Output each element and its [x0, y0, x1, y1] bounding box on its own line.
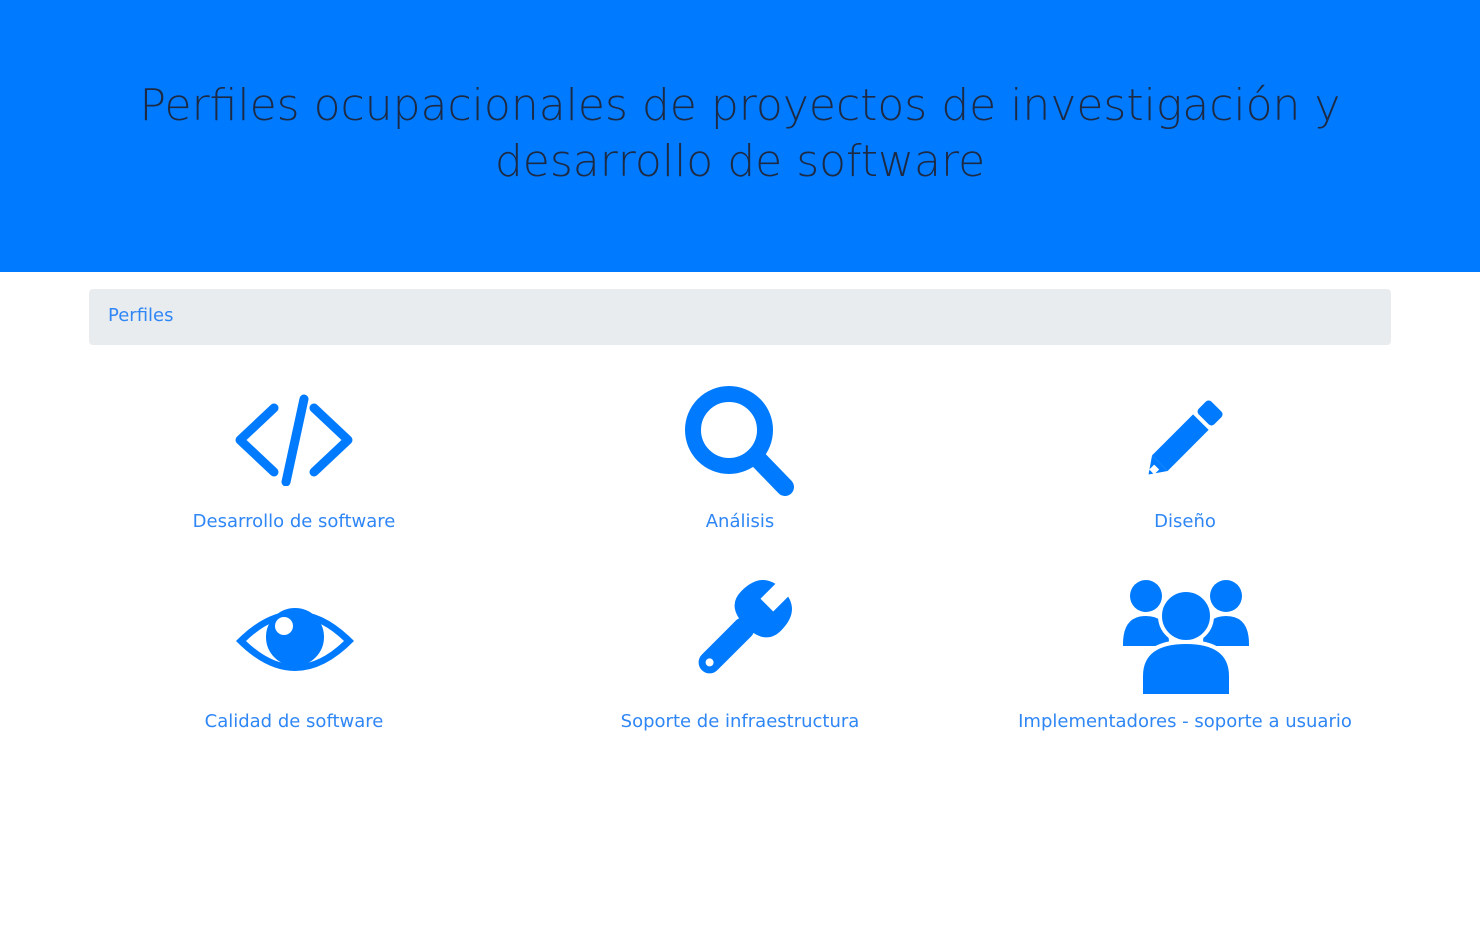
eye-icon: [74, 576, 514, 696]
search-icon: [520, 384, 960, 504]
code-icon: [74, 384, 514, 504]
profile-label: Desarrollo de software: [192, 511, 396, 532]
pencil-icon: [965, 384, 1405, 504]
page-title: Perfiles ocupacionales de proyectos de i…: [139, 80, 1341, 187]
profile-desarrollo-software[interactable]: Desarrollo de software: [74, 384, 514, 554]
profile-label: Soporte de infraestructura: [620, 711, 860, 732]
breadcrumb: Perfiles: [89, 289, 1391, 345]
profile-diseno[interactable]: Diseño: [965, 384, 1405, 554]
profile-analisis[interactable]: Análisis: [520, 384, 960, 554]
profile-implementadores[interactable]: Implementadores - soporte a usuario: [965, 576, 1405, 746]
page-header: Perfiles ocupacionales de proyectos de i…: [0, 0, 1480, 272]
users-icon: [965, 576, 1405, 698]
wrench-icon: [520, 576, 960, 696]
breadcrumb-item-perfiles[interactable]: Perfiles: [108, 305, 173, 327]
profile-soporte-infraestructura[interactable]: Soporte de infraestructura: [520, 576, 960, 746]
profile-label: Implementadores - soporte a usuario: [1018, 711, 1352, 732]
profile-calidad-software[interactable]: Calidad de software: [74, 576, 514, 746]
profile-label: Diseño: [1154, 511, 1216, 532]
profile-label: Calidad de software: [204, 711, 384, 732]
profile-label: Análisis: [705, 511, 775, 532]
